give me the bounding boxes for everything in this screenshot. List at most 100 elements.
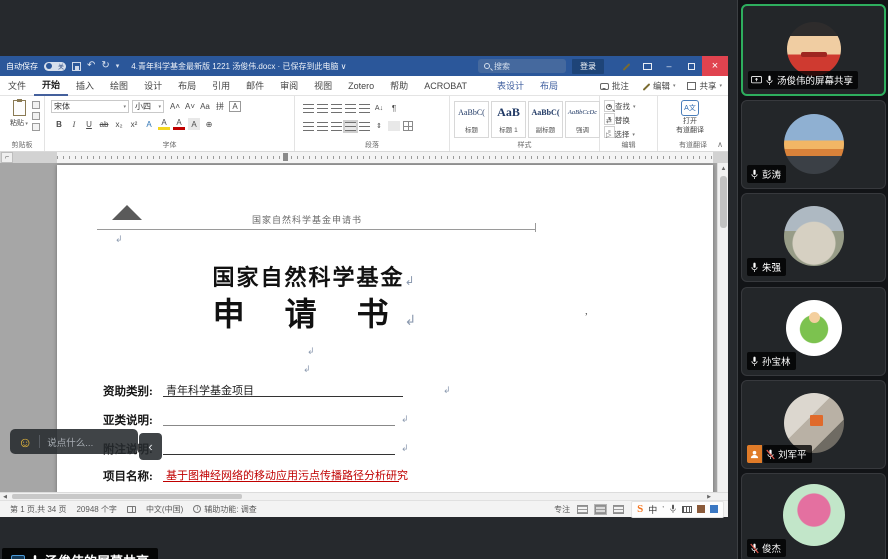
distribute-icon[interactable] (359, 122, 370, 131)
indent-marker[interactable] (283, 153, 288, 161)
cut-icon[interactable] (32, 101, 40, 109)
emoji-icon[interactable]: ☺ (18, 435, 32, 449)
restore-button[interactable] (680, 56, 702, 76)
tab-review[interactable]: 审阅 (272, 76, 306, 96)
sort-icon[interactable]: A↓ (373, 102, 385, 114)
superscript-icon[interactable]: x² (128, 118, 140, 130)
search-input[interactable]: 搜索 (478, 59, 566, 73)
line-spacing-icon[interactable]: ⇕ (373, 120, 385, 132)
borders-icon[interactable] (403, 121, 413, 131)
text-effects-icon[interactable]: A (143, 118, 155, 130)
comments-button[interactable]: 批注 (600, 80, 629, 92)
align-left-icon[interactable] (303, 122, 314, 131)
align-center-icon[interactable] (317, 122, 328, 131)
qat-dropdown-icon[interactable]: ▾ (116, 63, 120, 70)
participant-tile[interactable]: 刘军平 (741, 380, 886, 469)
shading-icon[interactable] (388, 121, 400, 131)
strikethrough-icon[interactable]: ab (98, 118, 110, 130)
format-painter-icon[interactable] (32, 123, 40, 131)
tab-layout[interactable]: 布局 (170, 76, 204, 96)
ime-language-icon[interactable]: 中 (648, 503, 657, 516)
ime-keyboard-icon[interactable] (682, 506, 692, 513)
tab-insert[interactable]: 插入 (68, 76, 102, 96)
page-indicator[interactable]: 第 1 页,共 34 页 (10, 504, 66, 515)
char-shading-icon[interactable]: A (188, 118, 200, 130)
ruler[interactable]: ⌐ (0, 152, 728, 163)
ime-skin-icon[interactable] (697, 505, 705, 513)
chat-quick-input[interactable]: ☺ 说点什么... (10, 429, 138, 454)
increase-indent-icon[interactable] (359, 104, 370, 113)
focus-mode-button[interactable]: 专注 (554, 504, 570, 515)
tab-mailings[interactable]: 邮件 (238, 76, 272, 96)
collapse-ribbon-icon[interactable]: ∧ (717, 140, 723, 149)
horizontal-scroll-thumb[interactable] (12, 494, 242, 499)
highlight-color-icon[interactable]: A (158, 118, 170, 130)
tab-acrobat[interactable]: ACROBAT (416, 76, 475, 96)
numbering-icon[interactable] (317, 104, 328, 113)
save-icon[interactable] (72, 62, 81, 71)
participant-tile[interactable]: 孙宝林 (741, 287, 886, 376)
italic-icon[interactable]: I (68, 118, 80, 130)
font-color-icon[interactable]: A (173, 118, 185, 130)
ribbon-options-icon[interactable] (636, 56, 658, 76)
font-size-select[interactable]: 小四▾ (132, 100, 164, 113)
tab-help[interactable]: 帮助 (382, 76, 416, 96)
signin-button[interactable]: 登录 (572, 59, 604, 74)
web-layout-icon[interactable] (613, 505, 624, 514)
vertical-scroll-thumb[interactable] (720, 176, 727, 228)
shrink-font-icon[interactable]: A˅ (184, 100, 196, 112)
participant-tile[interactable]: 汤俊伟的屏幕共享 (741, 4, 886, 96)
tab-draw[interactable]: 绘图 (102, 76, 136, 96)
select-button[interactable]: ▷ 选择▾ (606, 129, 635, 140)
participant-tile[interactable]: 彭涛 (741, 100, 886, 189)
align-right-icon[interactable] (331, 122, 342, 131)
tab-design[interactable]: 设计 (136, 76, 170, 96)
decrease-indent-icon[interactable] (345, 104, 356, 113)
youdao-open-button[interactable]: A文 打开有道翻译 (672, 100, 708, 136)
bold-icon[interactable]: B (53, 118, 65, 130)
ime-toolbox-icon[interactable] (710, 505, 718, 513)
style-subtitle[interactable]: AaBbC( 副标题 (528, 101, 563, 138)
tab-table-design[interactable]: 表设计 (489, 76, 532, 96)
change-case-icon[interactable]: Aa (199, 100, 211, 112)
ime-punct-icon[interactable]: ’ (662, 505, 664, 514)
read-mode-icon[interactable] (577, 505, 588, 514)
copy-icon[interactable] (32, 112, 40, 120)
font-name-select[interactable]: 宋体▾ (51, 100, 129, 113)
vertical-scrollbar[interactable]: ▲ (717, 163, 728, 492)
close-button[interactable]: × (702, 56, 728, 76)
horizontal-scrollbar[interactable]: ◀ ▶ (0, 492, 728, 500)
tab-file[interactable]: 文件 (0, 76, 34, 96)
style-heading1[interactable]: AaB 标题 1 (491, 101, 526, 138)
style-title[interactable]: AaBbC( 标题 (454, 101, 489, 138)
tab-selector[interactable]: ⌐ (1, 152, 13, 163)
document-title[interactable]: 4.青年科学基金最新版 1221 汤俊伟.docx · 已保存到此电脑 ∨ (131, 61, 346, 72)
phonetic-guide-icon[interactable]: 拼 (214, 100, 226, 112)
grow-font-icon[interactable]: A˄ (169, 100, 181, 112)
tab-view[interactable]: 视图 (306, 76, 340, 96)
multilevel-list-icon[interactable] (331, 104, 342, 113)
paste-button[interactable]: 粘贴 ▾ (8, 100, 30, 128)
enclose-char-icon[interactable]: ⊕ (203, 118, 215, 130)
proofing-icon[interactable] (127, 506, 136, 513)
replace-button[interactable]: ⇄ 替换 (606, 115, 630, 126)
style-emphasis[interactable]: AaBbCcDc 强调 (565, 101, 600, 138)
minimize-button[interactable]: – (658, 56, 680, 76)
redo-icon[interactable]: ↻ (101, 61, 109, 71)
ime-mic-icon[interactable] (669, 504, 677, 514)
autosave-toggle[interactable]: 关 (44, 62, 66, 71)
show-marks-icon[interactable]: ¶ (388, 102, 400, 114)
underline-icon[interactable]: U (83, 118, 95, 130)
undo-icon[interactable]: ↶ (87, 61, 95, 71)
tab-references[interactable]: 引用 (204, 76, 238, 96)
tab-table-layout[interactable]: 布局 (532, 76, 566, 96)
justify-icon[interactable] (345, 122, 356, 131)
ime-toolbar[interactable]: S 中 ’ (631, 501, 724, 518)
bullets-icon[interactable] (303, 104, 314, 113)
chat-collapse-button[interactable]: ‹ (139, 433, 162, 460)
print-layout-icon[interactable] (595, 505, 606, 514)
ime-logo-icon[interactable]: S (637, 503, 643, 515)
char-border-icon[interactable]: A (229, 101, 241, 112)
accessibility-status[interactable]: i辅助功能: 调查 (193, 504, 256, 515)
find-button[interactable]: 查找▾ (606, 101, 636, 112)
